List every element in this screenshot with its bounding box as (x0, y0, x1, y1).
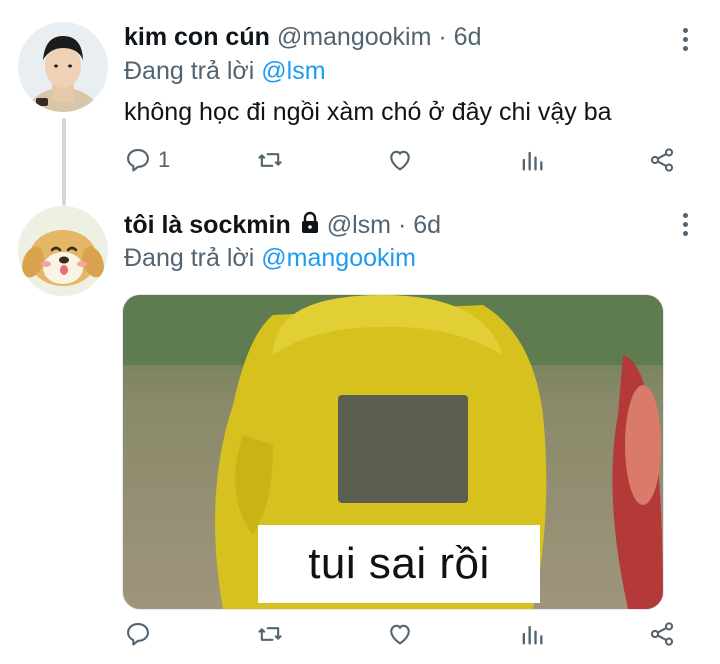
analytics-button[interactable] (518, 620, 546, 648)
separator-dot: · (397, 211, 407, 239)
reply-icon (127, 623, 149, 646)
tweet-media-image[interactable]: tui sai rồi (122, 294, 664, 610)
timestamp[interactable]: 6d (413, 211, 441, 239)
heart-icon (390, 624, 410, 645)
tweet-2[interactable]: tôi là sockmin @lsm · 6d Đang trả lời @m… (0, 0, 720, 664)
lock-icon (301, 211, 318, 233)
retweet-icon (258, 627, 282, 641)
more-dot-icon (682, 213, 688, 218)
share-icon (650, 622, 674, 646)
more-options-button[interactable] (680, 213, 690, 236)
tweet-header: tôi là sockmin @lsm · 6d (124, 210, 441, 240)
user-handle[interactable]: @lsm (327, 211, 391, 239)
share-button[interactable] (648, 620, 676, 648)
more-dot-icon (682, 222, 688, 227)
replying-to-mention[interactable]: @mangookim (261, 244, 416, 272)
tweet-actions (124, 620, 684, 654)
like-button[interactable] (386, 620, 414, 648)
avatar-toi-la-sockmin[interactable] (18, 206, 108, 296)
retweet-button[interactable] (256, 620, 284, 648)
replying-to: Đang trả lời @mangookim (124, 243, 416, 273)
reply-button[interactable] (124, 620, 152, 648)
dog-cartoon-avatar-icon (18, 206, 108, 296)
replying-to-label: Đang trả lời (124, 244, 255, 272)
analytics-icon (522, 625, 543, 645)
display-name[interactable]: tôi là sockmin (124, 211, 291, 239)
more-dot-icon (682, 231, 688, 236)
meme-caption: tui sai rồi (258, 525, 540, 603)
